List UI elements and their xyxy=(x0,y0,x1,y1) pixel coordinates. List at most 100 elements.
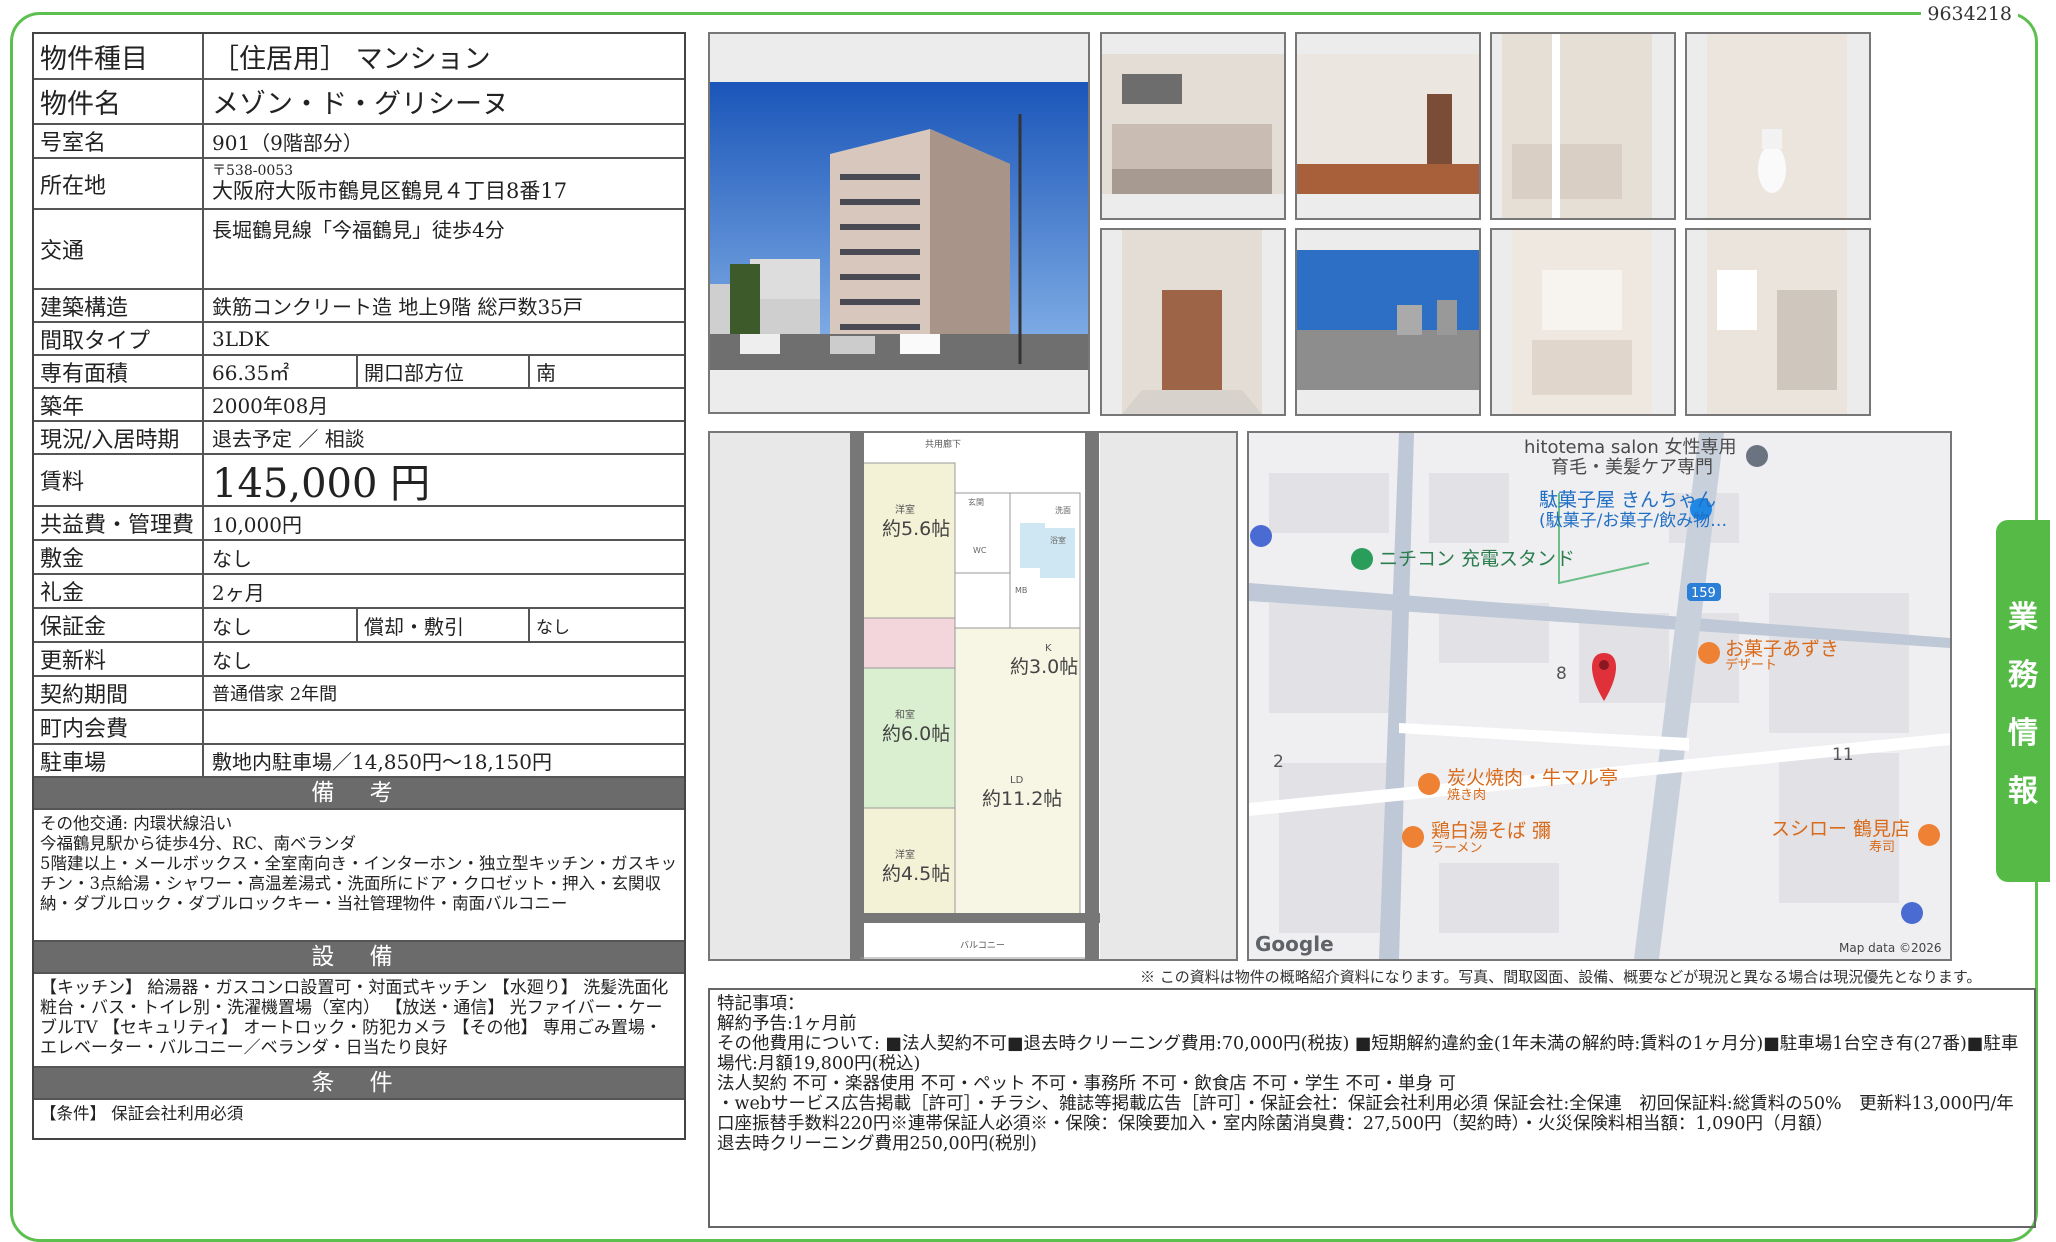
value: 10,000円 xyxy=(212,512,302,537)
tab-char: 報 xyxy=(2008,774,2038,809)
view-photo xyxy=(1295,228,1481,416)
charging-station-name: ニチコン 充電スタンド xyxy=(1379,548,1575,570)
bathroom-photo xyxy=(1490,32,1676,220)
toilet-photo xyxy=(1685,32,1871,220)
entrance-label: 玄関 xyxy=(968,497,984,507)
living-room-photo xyxy=(1295,32,1481,220)
kitchen-photo-image xyxy=(1102,34,1284,218)
notes-line: 退去時クリーニング費用250,00円(税別) xyxy=(717,1134,1037,1154)
notes-line: その他費用について: ■法人契約不可■退去時クリーニング費用:70,000円(税… xyxy=(717,1034,2019,1074)
room-4-name: K xyxy=(1045,643,1052,654)
row-parking: 駐車場 敷地内駐車場／14,850円〜18,150円 xyxy=(34,745,684,778)
row-property-type: 物件種目 ［住居用］ マンション xyxy=(34,34,684,80)
value: メゾン・ド・グリシーヌ xyxy=(212,89,509,120)
kitchen-area-photo xyxy=(1685,228,1871,416)
view-photo-image xyxy=(1297,230,1479,414)
tab-char: 務 xyxy=(2008,658,2038,693)
label: 保証金 xyxy=(34,609,204,641)
row-guarantee: 保証金 なし 償却・敷引 なし xyxy=(34,609,684,643)
value: 3LDK xyxy=(212,326,269,351)
salon-sub: 育毛・美髪ケア専門 xyxy=(1551,456,1713,478)
value: 鉄筋コンクリート造 地上9階 総戸数35戸 xyxy=(212,295,583,319)
label: 契約期間 xyxy=(34,677,204,709)
label: 賃料 xyxy=(34,455,204,505)
value: なし xyxy=(212,546,252,571)
charging-marker-icon xyxy=(1351,548,1373,570)
salon-marker-icon xyxy=(1746,445,1768,467)
label: 現況/入居時期 xyxy=(34,422,204,453)
row-management-fee: 共益費・管理費 10,000円 xyxy=(34,507,684,541)
bath-label: 浴室 xyxy=(1050,535,1066,545)
value: 2000年08月 xyxy=(212,394,329,418)
room-1-size: 約5.6帖 xyxy=(882,518,950,540)
row-neighborhood-fee: 町内会費 xyxy=(34,711,684,745)
room-3-size: 約4.5帖 xyxy=(882,863,950,885)
hallway-photo-image xyxy=(1102,230,1284,414)
conditions-text: 【条件】 保証会社利用必須 xyxy=(40,1104,244,1123)
candy-shop-sub: (駄菓子/お菓子/飲み物… xyxy=(1539,511,1727,531)
yakiniku-sub: 焼き肉 xyxy=(1447,788,1486,803)
value: ［住居用］ マンション xyxy=(212,43,491,75)
label: 間取タイプ xyxy=(34,323,204,354)
equipment-text: 【キッチン】 給湯器・ガスコンロ設置可・対面式キッチン 【水廻り】 洗髪洗面化粧… xyxy=(34,974,684,1068)
area-map[interactable]: 159 hitotema salon 女性専用 育毛・美髪ケア専門 駄菓子屋 き… xyxy=(1247,431,1952,961)
label: 建築構造 xyxy=(34,290,204,321)
fuel-marker-icon xyxy=(1250,525,1272,547)
row-address: 所在地 〒538-0053 大阪府大阪市鶴見区鶴見４丁目8番17 xyxy=(34,159,684,210)
block-number-8: 8 xyxy=(1556,664,1567,684)
tab-char: 情 xyxy=(2008,716,2038,751)
orientation-label: 開口部方位 xyxy=(356,356,528,387)
label: 駐車場 xyxy=(34,745,204,776)
address: 大阪府大阪市鶴見区鶴見４丁目8番17 xyxy=(212,179,568,203)
label: 専有面積 xyxy=(34,356,204,387)
parking-marker-icon xyxy=(1901,902,1923,924)
bathroom-photo-image xyxy=(1492,34,1674,218)
exterior-photo-image xyxy=(710,34,1088,412)
sushi-sub: 寿司 xyxy=(1869,840,1895,855)
row-renewal-fee: 更新料 なし xyxy=(34,643,684,677)
notes-line: 解約予告:1ヶ月前 xyxy=(717,1014,857,1034)
value: 敷地内駐車場／14,850円〜18,150円 xyxy=(212,750,552,774)
notes-line: 法人契約 不可・楽器使用 不可・ペット 不可・事務所 不可・飲食店 不可・学生 … xyxy=(717,1074,1456,1094)
equipment-heading: 設 備 xyxy=(34,942,684,974)
value: 901（9階部分） xyxy=(212,130,363,155)
label: 共益費・管理費 xyxy=(34,507,204,539)
remarks-heading: 備 考 xyxy=(34,778,684,810)
exterior-photo xyxy=(708,32,1090,414)
disclaimer: ※ この資料は物件の概略紹介資料になります。写真、間取図面、設備、概要などが現況… xyxy=(1140,968,1982,986)
amortization-label: 償却・敷引 xyxy=(356,609,528,641)
label: 所在地 xyxy=(34,159,204,208)
ramen-marker-icon xyxy=(1402,826,1424,848)
candy-shop-name: 駄菓子屋 きんちゃん xyxy=(1539,489,1716,511)
label: 号室名 xyxy=(34,125,204,157)
area-map-drawing: 159 hitotema salon 女性専用 育毛・美髪ケア専門 駄菓子屋 き… xyxy=(1249,433,1950,959)
wc-label: WC xyxy=(973,546,987,555)
mb-label: MB xyxy=(1015,586,1027,595)
value: 普通借家 2年間 xyxy=(212,684,338,705)
room-5-size: 約11.2帖 xyxy=(982,788,1062,810)
yakiniku-marker-icon xyxy=(1418,773,1440,795)
row-rent: 賃料 145,000 円 xyxy=(34,455,684,507)
business-info-tab[interactable]: 業 務 情 報 xyxy=(1996,520,2050,882)
room-4-size: 約3.0帖 xyxy=(1010,656,1078,678)
room-1-name: 洋室 xyxy=(895,503,915,516)
ramen-sub: ラーメン xyxy=(1431,841,1482,856)
row-contract-period: 契約期間 普通借家 2年間 xyxy=(34,677,684,711)
row-property-name: 物件名 メゾン・ド・グリシーヌ xyxy=(34,80,684,125)
tab-char: 業 xyxy=(2008,600,2038,635)
map-data-credit: Map data ©2026 xyxy=(1839,941,1942,955)
block-number-11: 11 xyxy=(1832,745,1854,765)
remarks-text: その他交通: 内環状線沿い 今福鶴見駅から徒歩4分、RC、南ベランダ 5階建以上… xyxy=(34,810,684,942)
row-deposit: 敷金 なし xyxy=(34,541,684,575)
value: 長堀鶴見線「今福鶴見」徒歩4分 xyxy=(212,218,505,242)
label: 礼金 xyxy=(34,575,204,607)
balcony-label: バルコニー xyxy=(960,940,1005,951)
row-room-number: 号室名 901（9階部分） xyxy=(34,125,684,159)
washroom-label: 洗面 xyxy=(1055,505,1071,515)
living-room-photo-image xyxy=(1297,34,1479,218)
sushi-marker-icon xyxy=(1918,824,1940,846)
value: 2ヶ月 xyxy=(212,580,265,605)
label: 物件種目 xyxy=(34,34,204,78)
room-2-size: 約6.0帖 xyxy=(882,723,950,745)
kitchen-photo xyxy=(1100,32,1286,220)
